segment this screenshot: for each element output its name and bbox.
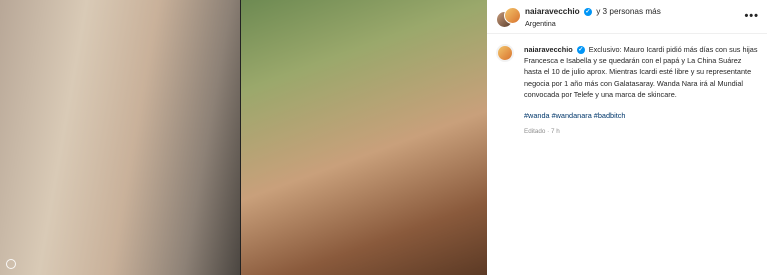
author-username[interactable]: naiaravecchio [525,7,580,16]
post-sidebar: naiaravecchio ✓ y 3 personas más Argenti… [487,0,767,275]
collaborators-link[interactable]: y 3 personas más [596,7,661,16]
post-time[interactable]: 7 h [551,128,560,135]
post-location[interactable]: Argentina [525,19,556,28]
meta-separator: · [547,128,550,136]
caption-username[interactable]: naiaravecchio [524,45,573,54]
avatar[interactable] [496,44,514,62]
collab-avatars[interactable] [496,7,522,29]
avatar[interactable] [504,7,521,24]
post-author: naiaravecchio ✓ y 3 personas más [525,7,661,16]
post-media[interactable] [0,0,487,275]
carousel-indicator[interactable] [6,259,16,269]
post-header: naiaravecchio ✓ y 3 personas más Argenti… [487,0,767,34]
more-options-icon[interactable]: ••• [744,10,759,22]
verified-badge-icon: ✓ [576,46,585,55]
post-photo-right [241,0,487,275]
edited-label: Editado [524,128,546,136]
verified-badge-icon: ✓ [583,7,592,16]
post-meta: Editado · 7 h [524,126,758,137]
caption-body: naiaravecchio ✓ Exclusivo: Mauro Icardi … [524,44,758,137]
post-photo-left [0,0,241,275]
hashtags[interactable]: #wanda #wandanara #badbitch [524,110,758,121]
